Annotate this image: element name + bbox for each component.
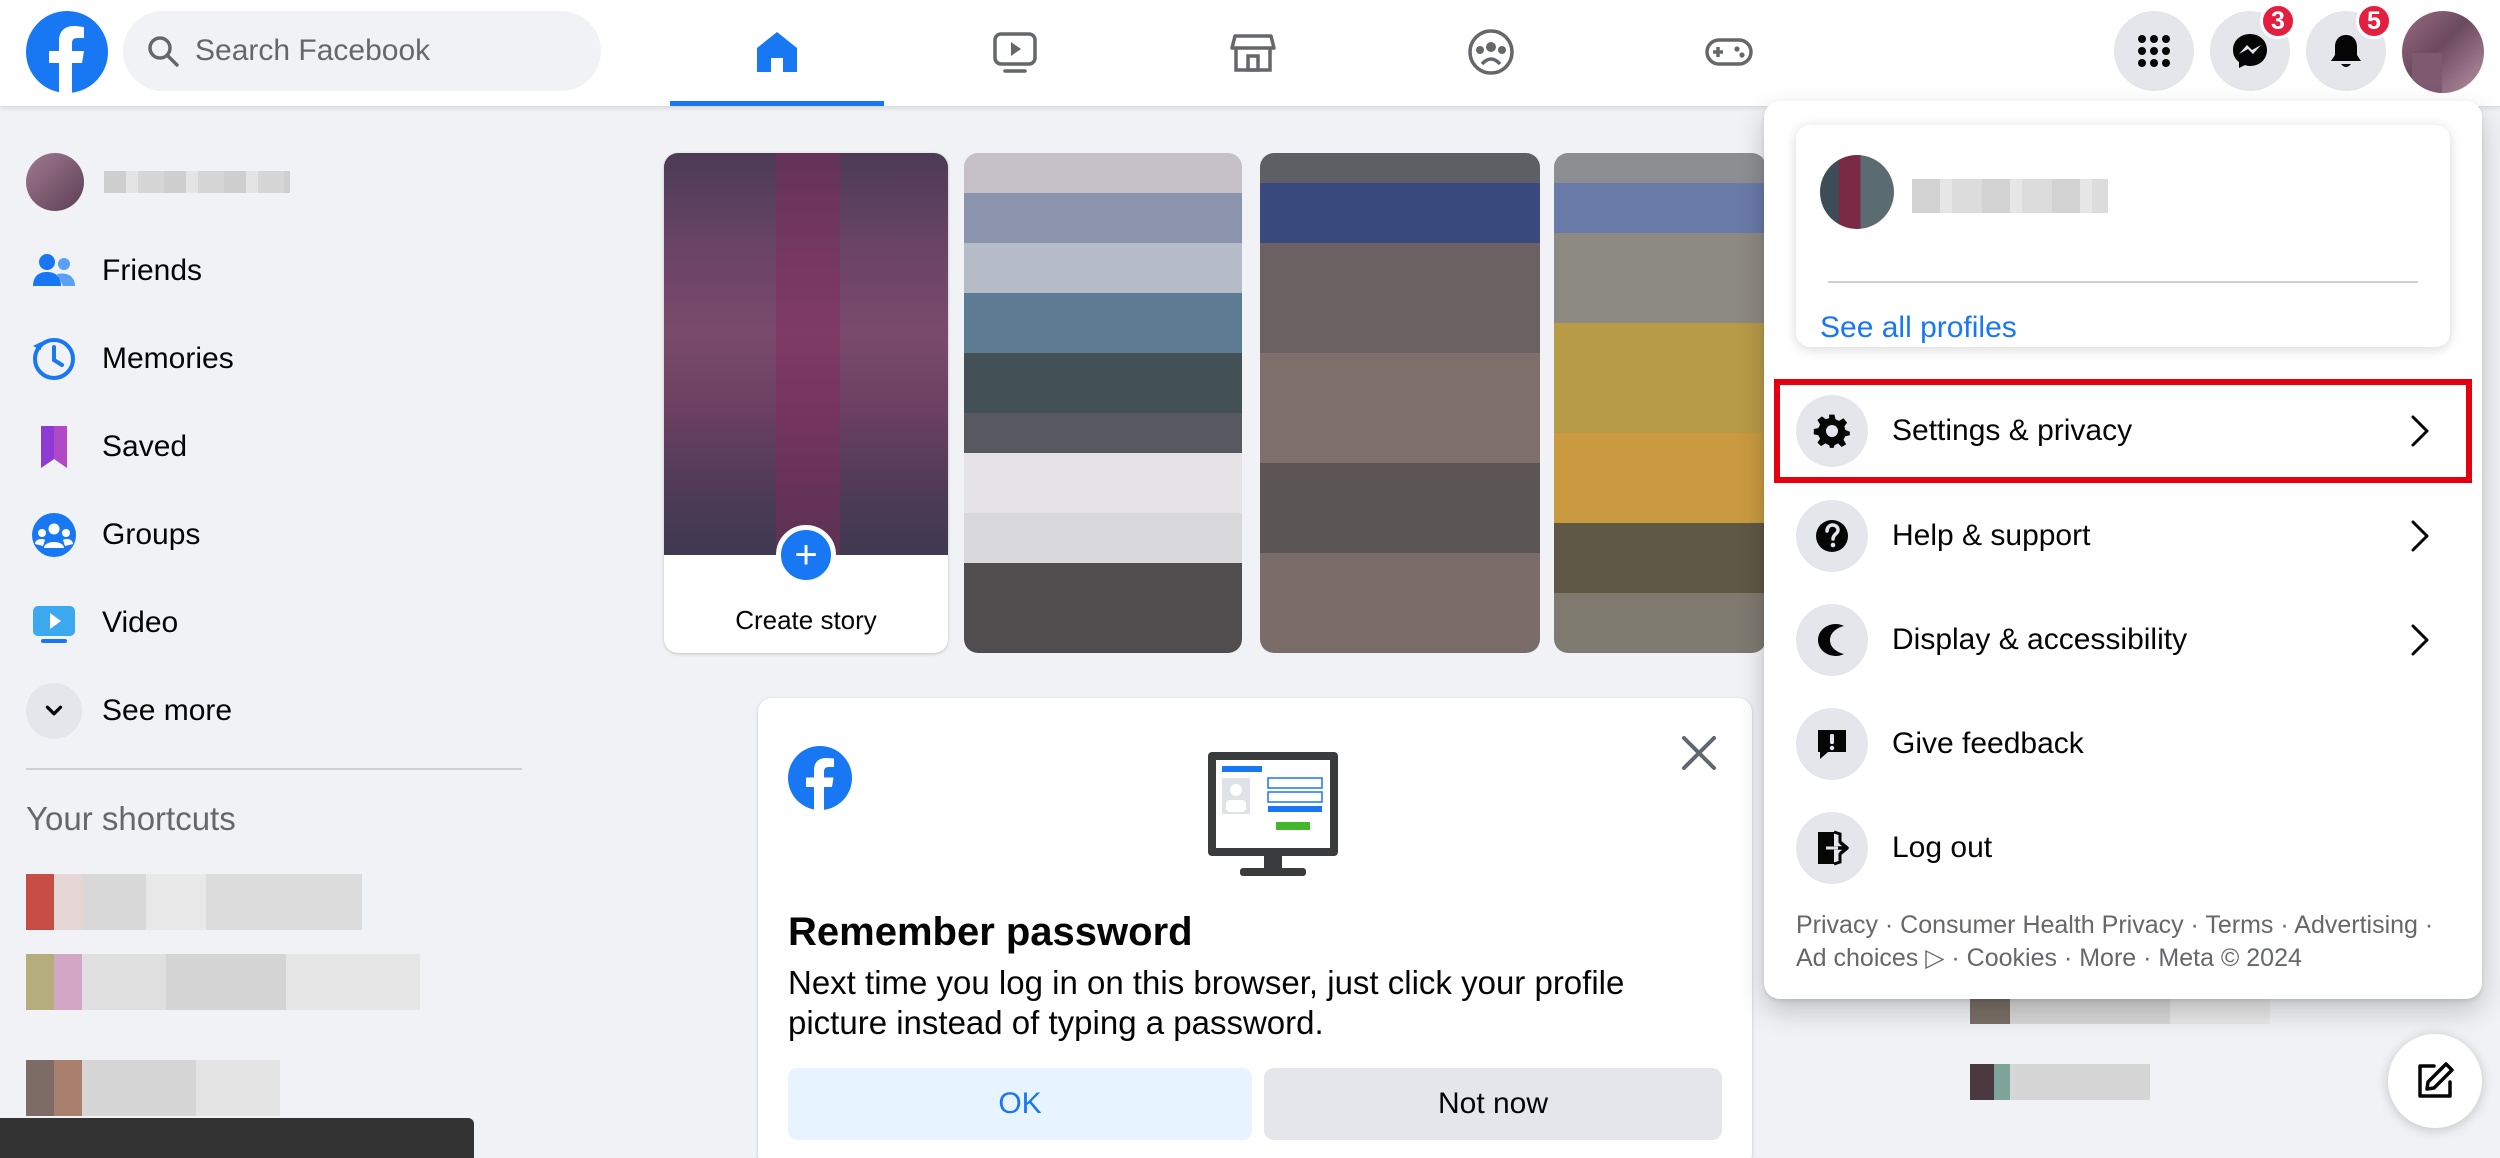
sidebar-item-memories[interactable]: Memories [26,318,546,400]
story-card[interactable] [1554,153,1766,653]
sidebar-item-friends[interactable]: Friends [26,230,546,312]
search-input[interactable] [195,11,585,91]
moon-icon [1796,604,1868,676]
profile-switcher-card: See all profiles [1796,125,2450,347]
sidebar-item-label: Memories [102,342,234,375]
groups-icon [26,507,82,563]
menu-item-label: Settings & privacy [1892,414,2133,447]
ok-button[interactable]: OK [788,1068,1252,1140]
gear-icon [1796,395,1868,467]
menu-item-label: Log out [1892,831,1993,864]
marketplace-icon [1230,34,1276,72]
shortcut-item[interactable] [26,874,362,930]
story-card[interactable] [1260,153,1540,653]
sidebar-see-more[interactable]: See more [26,670,546,752]
search-icon [148,36,179,67]
blurred-profile-name [104,171,290,193]
account-menu-dropdown: See all profiles Settings & privacy Help… [1764,101,2482,999]
question-icon [1796,500,1868,572]
create-story-card[interactable]: + Create story [664,153,948,653]
tab-video[interactable] [908,0,1122,104]
footer-links[interactable]: Privacy · Consumer Health Privacy · Term… [1796,909,2456,975]
tab-marketplace[interactable] [1146,0,1360,104]
sidebar-item-label: See more [102,694,233,727]
top-navigation-bar: 3 5 [0,0,2500,107]
logout-icon [1796,812,1868,884]
avatar[interactable] [1820,155,1894,229]
chevron-right-icon [2411,415,2429,447]
chevron-down-icon [26,683,82,739]
menu-item-label: Help & support [1892,519,2091,552]
home-icon [757,32,797,72]
menu-item-help-support[interactable]: Help & support [1780,490,2466,582]
avatar [26,153,84,211]
sidebar-item-video[interactable]: Video [26,582,546,664]
messenger-badge: 3 [2260,3,2296,39]
video-icon [993,32,1037,73]
menu-grid-button[interactable] [2114,11,2194,91]
account-avatar-button[interactable] [2402,11,2484,93]
messenger-icon [2233,34,2267,68]
search-box[interactable] [123,11,601,91]
sidebar-item-label: Saved [102,430,188,463]
footer-links-line[interactable]: Privacy · Consumer Health Privacy · Term… [1796,909,2456,942]
video-icon [26,595,82,651]
sidebar-item-label: Video [102,606,179,639]
computer-illustration-icon [1208,752,1338,876]
menu-item-log-out[interactable]: Log out [1780,802,2466,894]
story-card[interactable] [964,153,1242,653]
menu-item-label: Display & accessibility [1892,623,2188,656]
memories-clock-icon [26,331,82,387]
story-photo [664,153,948,555]
menu-item-display-accessibility[interactable]: Display & accessibility [1780,594,2466,686]
chevron-right-icon [2411,520,2429,552]
not-now-button[interactable]: Not now [1264,1068,1722,1140]
sidebar-item-label: Friends [102,254,203,287]
plus-icon[interactable]: + [776,525,836,585]
bookmark-icon [26,419,82,475]
contact-item[interactable] [1970,1064,2150,1100]
footer-links-line[interactable]: Ad choices ▷ · Cookies · More · Meta © 2… [1796,942,2456,975]
sidebar-item-saved[interactable]: Saved [26,406,546,488]
menu-item-give-feedback[interactable]: Give feedback [1780,698,2466,790]
create-story-label: Create story [735,605,877,635]
blurred-overlay [0,1118,474,1158]
chevron-right-icon [2411,624,2429,656]
tab-groups[interactable] [1384,0,1598,104]
facebook-logo-icon [788,746,852,810]
divider [26,768,522,770]
remember-password-description: Next time you log in on this browser, ju… [788,964,1625,1041]
bell-icon [2331,35,2361,67]
close-icon[interactable] [1676,730,1722,776]
shortcut-item[interactable] [26,954,420,1010]
notifications-button[interactable]: 5 [2306,3,2392,91]
shortcut-item[interactable] [26,1060,280,1116]
remember-password-card: Remember password Next time you log in o… [758,698,1752,1158]
divider [1828,281,2418,283]
menu-item-label: Give feedback [1892,727,2084,760]
see-all-profiles-link[interactable]: See all profiles [1820,311,2017,345]
friends-icon [26,243,82,299]
shortcuts-heading: Your shortcuts [26,800,236,837]
messenger-button[interactable]: 3 [2210,3,2296,91]
notifications-badge: 5 [2356,3,2392,39]
remember-password-title: Remember password [788,910,1193,954]
groups-icon [1468,29,1514,75]
menu-item-settings-privacy[interactable]: Settings & privacy [1774,379,2472,483]
gaming-icon [1705,38,1753,66]
grid-menu-icon [2138,35,2170,67]
sidebar-item-label: Groups [102,518,201,551]
compose-icon [2418,1062,2454,1098]
tab-gaming[interactable] [1622,0,1836,104]
sidebar-profile[interactable] [26,153,290,211]
new-message-button[interactable] [2388,1034,2482,1128]
feedback-icon [1796,708,1868,780]
sidebar-item-groups[interactable]: Groups [26,494,546,576]
facebook-logo-icon[interactable] [26,11,108,93]
blurred-profile-name[interactable] [1912,179,2108,213]
tab-home[interactable] [670,0,884,106]
